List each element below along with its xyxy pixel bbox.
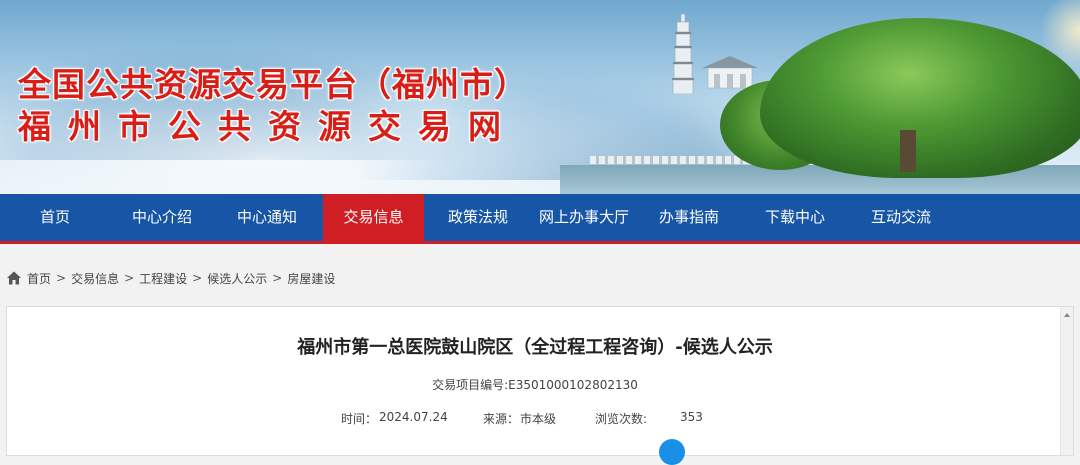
header-banner: 全国公共资源交易平台（福州市） 福州市公共资源交易网	[0, 0, 1080, 194]
site-title-line1: 全国公共资源交易平台（福州市）	[18, 65, 528, 104]
nav-item-online-hall[interactable]: 网上办事大厅	[529, 194, 639, 241]
nav-item-home[interactable]: 首页	[0, 194, 110, 241]
home-icon	[7, 271, 21, 285]
scrollbar[interactable]	[1060, 307, 1073, 455]
breadcrumb: 首页 > 交易信息 > 工程建设 > 候选人公示 > 房屋建设	[6, 268, 335, 288]
scroll-up-arrow-icon[interactable]	[1064, 313, 1070, 317]
nav-item-about[interactable]: 中心介绍	[110, 194, 214, 241]
nav-item-guide[interactable]: 办事指南	[639, 194, 739, 241]
views-count: 353	[680, 410, 703, 424]
article-title: 福州市第一总医院鼓山院区（全过程工程咨询）-候选人公示	[297, 337, 773, 358]
breadcrumb-separator: >	[272, 271, 283, 285]
breadcrumb-engineering[interactable]: 工程建设	[139, 270, 187, 287]
pagoda-icon	[672, 14, 694, 94]
views-label: 浏览次数:	[595, 412, 648, 426]
site-title-line2: 福州市公共资源交易网	[18, 107, 518, 146]
source-label: 来源：	[483, 412, 520, 426]
project-number: 交易项目编号:E3501000102802130	[432, 378, 638, 392]
banner-tree-trunk	[900, 130, 916, 172]
breadcrumb-trade-info[interactable]: 交易信息	[71, 270, 119, 287]
breadcrumb-separator: >	[56, 271, 67, 285]
breadcrumb-separator: >	[124, 271, 135, 285]
main-nav: 首页 中心介绍 中心通知 交易信息 政策法规 网上办事大厅 办事指南 下载中心 …	[0, 194, 1080, 244]
breadcrumb-candidates[interactable]: 候选人公示	[207, 270, 267, 287]
source-value: 市本级	[520, 412, 557, 426]
share-icon[interactable]	[659, 439, 685, 465]
publish-time-value: 2024.07.24	[379, 410, 448, 424]
breadcrumb-separator: >	[192, 271, 203, 285]
nav-item-downloads[interactable]: 下载中心	[739, 194, 851, 241]
nav-item-notices[interactable]: 中心通知	[214, 194, 320, 241]
nav-item-policy[interactable]: 政策法规	[427, 194, 529, 241]
nav-item-trade-info[interactable]: 交易信息	[323, 194, 424, 241]
article-panel: 福州市第一总医院鼓山院区（全过程工程咨询）-候选人公示 交易项目编号:E3501…	[6, 306, 1074, 465]
breadcrumb-housing[interactable]: 房屋建设	[287, 270, 335, 287]
publish-time-label: 时间：	[341, 412, 378, 426]
banner-tree	[760, 18, 1080, 178]
breadcrumb-home[interactable]: 首页	[27, 270, 51, 287]
nav-item-interaction[interactable]: 互动交流	[851, 194, 951, 241]
nav-underline	[0, 241, 1080, 244]
